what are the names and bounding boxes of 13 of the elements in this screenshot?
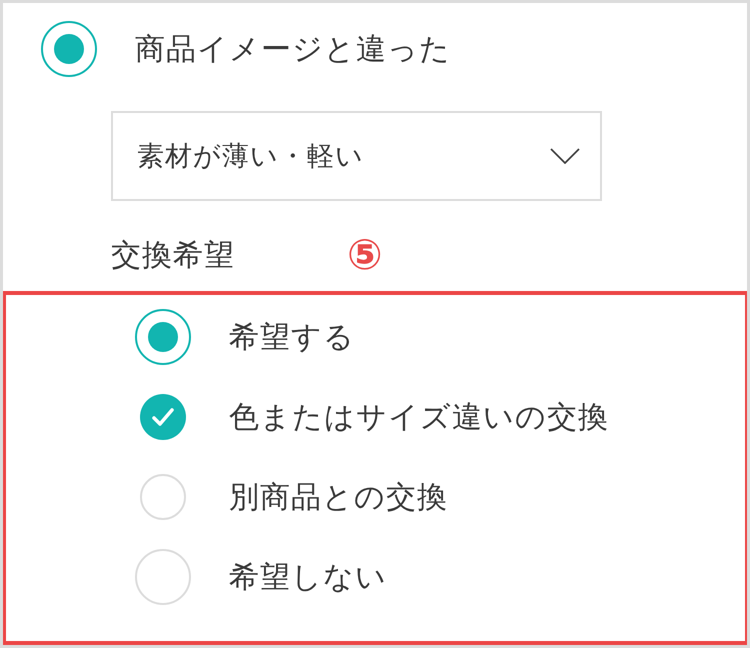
step-number: ⑤ xyxy=(347,234,383,276)
section-label: 交換希望 xyxy=(111,236,235,274)
option-label: 商品イメージと違った xyxy=(135,30,451,68)
radio-button[interactable] xyxy=(41,21,97,77)
dropdown[interactable]: 素材が薄い・軽い xyxy=(111,111,602,201)
option-label: 別商品との交換 xyxy=(229,478,448,516)
chevron-down-icon xyxy=(550,148,580,164)
radio-button[interactable] xyxy=(135,309,191,365)
option-label: 希望する xyxy=(229,318,355,356)
checkbox[interactable] xyxy=(140,474,186,520)
option-label: 希望しない xyxy=(229,558,387,596)
checkbox[interactable] xyxy=(140,394,186,440)
option-label: 色またはサイズ違いの交換 xyxy=(229,398,609,436)
